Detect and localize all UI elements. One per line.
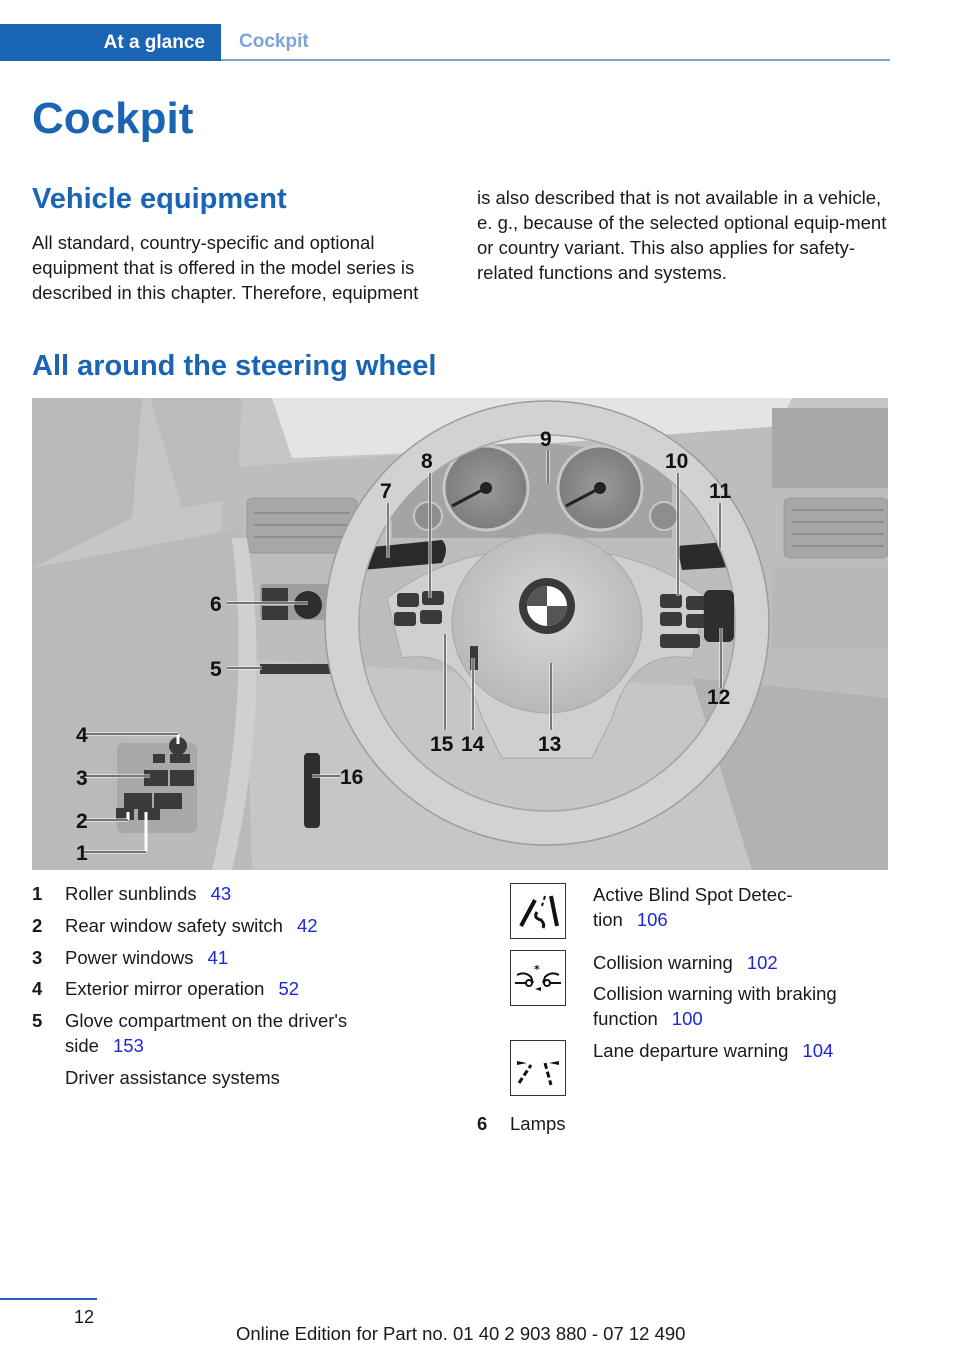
page-number: 12 [74, 1307, 95, 1327]
svg-text:*: * [534, 963, 540, 976]
blind-spot-text: Active Blind Spot Detec- tion 106 [593, 884, 793, 930]
page-link[interactable]: 106 [637, 909, 668, 930]
page-link[interactable]: 43 [211, 883, 232, 904]
lane-departure-icon [510, 1040, 566, 1096]
callout-8: 8 [421, 450, 433, 473]
bonnet-release [304, 753, 320, 828]
callout-16: 16 [340, 766, 363, 789]
breadcrumb[interactable]: Cockpit [239, 31, 309, 53]
callout-10: 10 [665, 450, 688, 473]
callout-12: 12 [707, 686, 730, 709]
lane-departure-text: Lane departure warning 104 [593, 1040, 834, 1061]
footer-divider [0, 1298, 97, 1300]
section-tab-label: At a glance [103, 32, 205, 53]
legend-left: 1 Roller sunblinds 43 2 Rear window safet… [32, 883, 348, 1088]
section-tab[interactable]: At a glance [0, 24, 221, 61]
callout-9: 9 [540, 428, 552, 451]
page-link[interactable]: 52 [278, 978, 299, 999]
page-link[interactable]: 102 [747, 952, 778, 973]
callout-1: 1 [76, 842, 88, 865]
callout-15: 15 [430, 733, 454, 756]
blind-spot-icon [510, 883, 566, 939]
callout-3: 3 [76, 767, 88, 790]
start-stop-button [704, 590, 734, 642]
callout-5: 5 [210, 658, 222, 681]
display-screen [772, 408, 888, 488]
callout-11: 11 [709, 480, 732, 503]
callout-4: 4 [76, 724, 88, 747]
bmw-logo [519, 578, 575, 634]
page-link[interactable]: 153 [113, 1035, 144, 1056]
callout-13: 13 [538, 733, 561, 756]
legend-right: 6 Lamps [477, 1113, 566, 1134]
callout-7: 7 [380, 480, 392, 503]
callout-6: 6 [210, 593, 222, 616]
edition-note: Online Edition for Part no. 01 40 2 903 … [236, 1323, 686, 1344]
collision-warning-icon: * [510, 950, 566, 1006]
page-link[interactable]: 41 [208, 947, 229, 968]
page-link[interactable]: 104 [802, 1040, 833, 1061]
page-link[interactable]: 100 [672, 1008, 703, 1029]
cockpit-illustration: 1 2 3 4 5 6 7 8 9 10 11 12 13 14 15 16 [32, 398, 888, 870]
section-heading-steering-wheel: All around the steering wheel [32, 350, 437, 382]
page-title: Cockpit [32, 94, 194, 143]
page-link[interactable]: 42 [297, 915, 318, 936]
section-heading-vehicle-equipment: Vehicle equipment [32, 183, 287, 215]
paragraph-left: All standard, country-specific and optio… [32, 232, 419, 303]
collision-warning-text: Collision warning 102 Collision warning w… [593, 952, 837, 1029]
paragraph-right: is also described that is not available … [477, 187, 887, 283]
callout-14: 14 [461, 733, 485, 756]
header-divider [221, 59, 890, 61]
callout-2: 2 [76, 810, 88, 833]
